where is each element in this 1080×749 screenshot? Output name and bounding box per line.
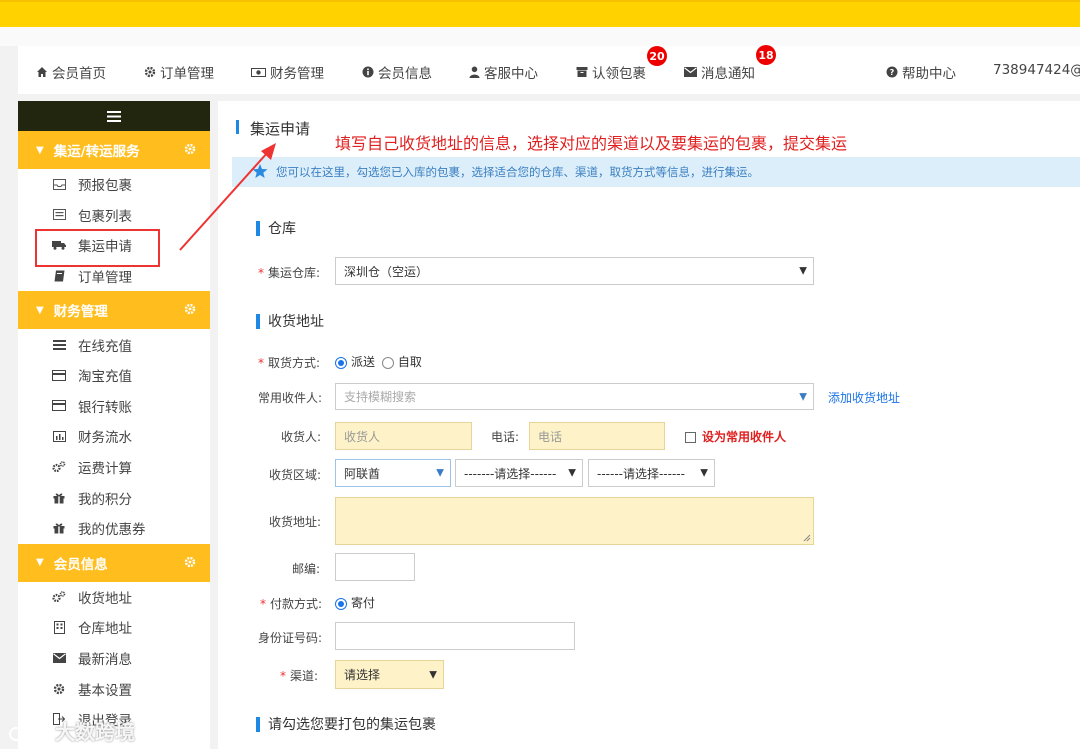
watermark: 大数跨境 bbox=[8, 716, 135, 745]
annotation-arrow bbox=[179, 143, 276, 251]
watermark-text: 大数跨境 bbox=[54, 720, 135, 744]
arrow-shaft bbox=[179, 151, 269, 251]
logo-icon bbox=[9, 725, 47, 741]
